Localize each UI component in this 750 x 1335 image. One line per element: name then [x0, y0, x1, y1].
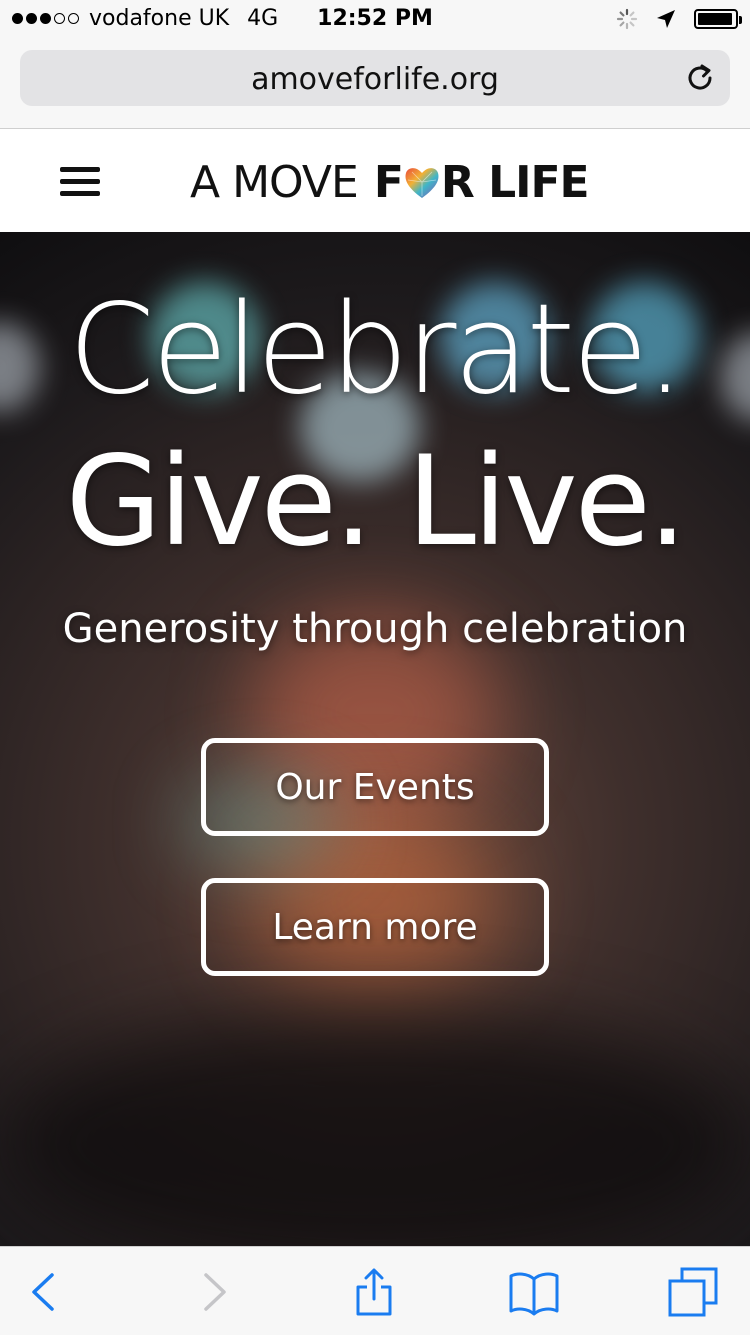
reload-icon[interactable] — [684, 62, 716, 94]
address-bar[interactable]: amoveforlife.org — [20, 50, 730, 106]
share-icon[interactable] — [349, 1267, 399, 1317]
bookmarks-icon[interactable] — [509, 1267, 559, 1317]
url-text[interactable]: amoveforlife.org — [20, 62, 730, 97]
logo-text-rest: R LIFE — [440, 156, 590, 208]
browser-address-area: amoveforlife.org — [0, 40, 750, 129]
back-icon[interactable] — [20, 1267, 70, 1317]
battery-icon — [694, 9, 742, 29]
site-header: A MOVE F R LIFE — [0, 129, 750, 232]
status-bar-left: vodafone UK 4G — [12, 6, 278, 31]
hero-headline-line1: Celebrate. — [68, 278, 685, 422]
activity-spinner-icon — [616, 8, 638, 30]
carrier-label: vodafone UK — [89, 6, 230, 31]
learn-more-button[interactable]: Learn more — [201, 878, 549, 976]
status-bar-right — [616, 8, 742, 30]
logo-text-part1: A MOVE — [190, 156, 359, 208]
heart-icon — [405, 168, 439, 198]
hero-tagline: Generosity through celebration — [62, 606, 688, 652]
hero-section: Celebrate. Give. Live. Generosity throug… — [0, 232, 750, 1246]
location-arrow-icon — [657, 10, 675, 28]
our-events-button[interactable]: Our Events — [201, 738, 549, 836]
bokeh-hand-shadow — [0, 1012, 750, 1246]
status-bar: vodafone UK 4G 12:52 PM — [0, 0, 750, 40]
browser-toolbar — [0, 1246, 750, 1335]
signal-strength-icon — [12, 13, 79, 24]
site-logo[interactable]: A MOVE F R LIFE — [190, 156, 590, 208]
hamburger-icon[interactable] — [60, 167, 100, 197]
tabs-icon[interactable] — [668, 1267, 718, 1317]
hero-headline-line2: Give. Live. — [65, 430, 688, 574]
network-label: 4G — [247, 6, 279, 31]
logo-text-f: F — [373, 156, 404, 208]
forward-icon[interactable] — [188, 1267, 238, 1317]
